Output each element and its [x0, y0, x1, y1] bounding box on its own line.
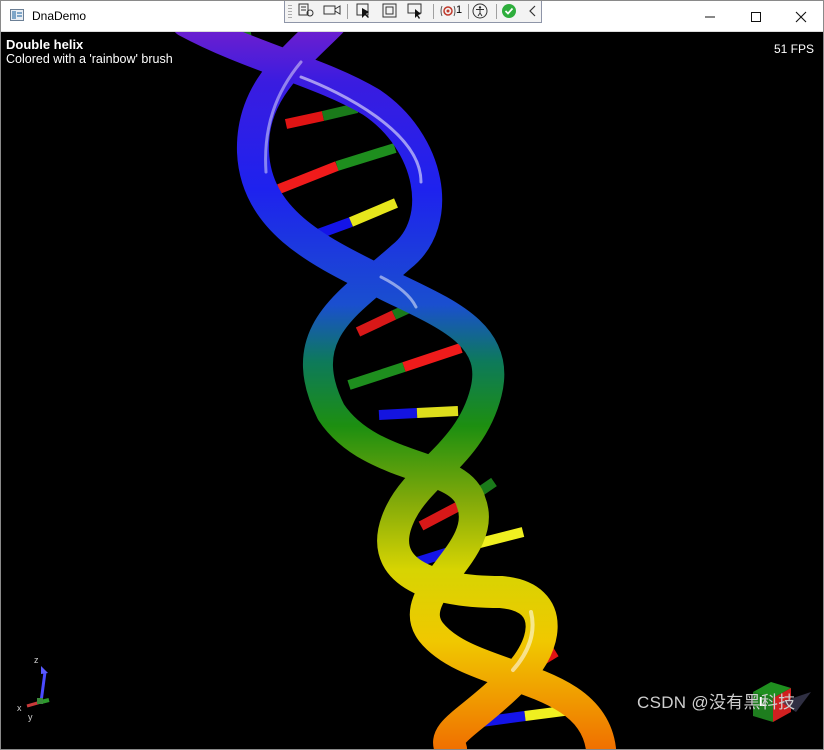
live-visual-tree-icon[interactable]	[297, 3, 315, 19]
fps-counter: 51 FPS	[773, 42, 814, 56]
select-element-icon[interactable]	[355, 3, 373, 19]
close-button[interactable]	[778, 1, 823, 31]
coordinate-system-gizmo	[26, 666, 50, 708]
scene-subtitle: Colored with a 'rainbow' brush	[6, 52, 173, 66]
base-pair-rung	[284, 111, 325, 129]
axis-label-x: x	[17, 703, 22, 713]
toolbar-separator	[468, 4, 469, 19]
base-pair-rung	[416, 406, 459, 418]
axis-label-y: y	[28, 712, 33, 722]
minimize-button[interactable]	[687, 1, 733, 31]
base-pair-rung	[378, 408, 418, 420]
close-icon	[795, 11, 807, 23]
toolbar-separator	[496, 4, 497, 19]
toolbar-grip[interactable]	[288, 4, 292, 19]
binding-failure-count: 1	[456, 4, 463, 16]
base-pair-rung	[321, 103, 359, 121]
title-bar[interactable]: DnaDemo 1	[1, 1, 823, 32]
checkmark-icon[interactable]	[500, 3, 518, 19]
axis-label-z: z	[34, 655, 39, 665]
display-layout-adorners-icon[interactable]	[381, 3, 399, 19]
base-pair-rung	[347, 362, 406, 390]
viewport-3d[interactable]: Double helix Colored with a 'rainbow' br…	[1, 32, 823, 749]
toolbar-separator	[347, 4, 348, 19]
maximize-button[interactable]	[733, 1, 779, 31]
base-pair-rung	[355, 310, 397, 337]
base-pair-rung	[277, 161, 339, 194]
base-pair-rung	[335, 143, 397, 171]
maximize-icon	[751, 12, 761, 23]
camera-icon[interactable]	[323, 3, 341, 19]
watermark-text: CSDN @没有黑科技	[637, 693, 796, 712]
scene-title: Double helix	[6, 37, 84, 52]
minimize-icon	[705, 16, 715, 18]
base-pair-rung	[402, 343, 463, 372]
base-pair-rung	[349, 198, 398, 227]
track-focus-icon[interactable]	[407, 3, 425, 19]
app-icon	[10, 9, 24, 21]
window-title: DnaDemo	[32, 9, 87, 23]
accessibility-icon[interactable]	[471, 3, 489, 19]
binding-failures-icon[interactable]	[439, 3, 457, 19]
app-window: DnaDemo 1 Double helix Colored with a 'r…	[0, 0, 824, 750]
dna-helix-render	[26, 32, 811, 749]
base-pair-rung	[418, 501, 462, 531]
collapse-chevron-icon[interactable]	[524, 3, 542, 19]
toolbar-separator	[433, 4, 434, 19]
xaml-debug-toolbar: 1	[284, 1, 542, 23]
